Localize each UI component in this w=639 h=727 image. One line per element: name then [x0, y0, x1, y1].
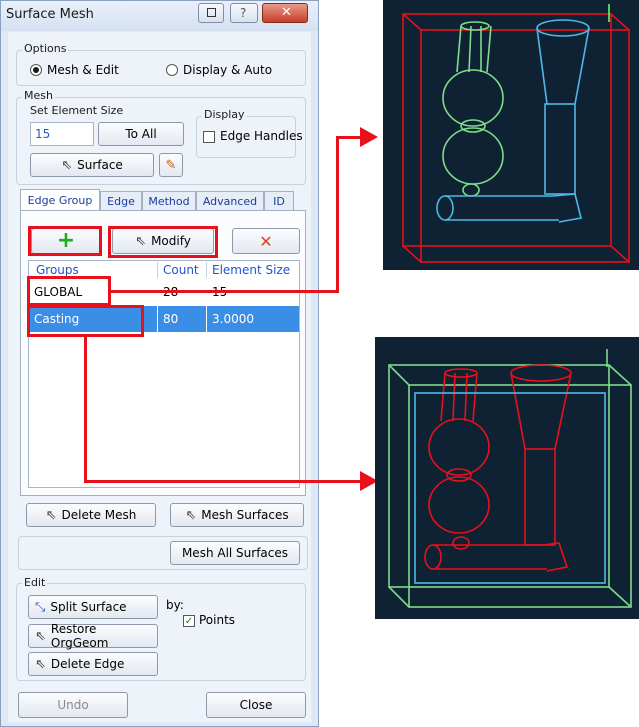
- model-wireframe-casting: [388, 349, 632, 608]
- element-size-cell: 3.0000: [212, 312, 254, 326]
- mesh-surfaces-button[interactable]: ⇖ Mesh Surfaces: [170, 503, 304, 527]
- viewport-casting: [375, 337, 639, 619]
- edge-handles-label: Edge Handles: [220, 129, 303, 143]
- delete-mesh-label: Delete Mesh: [61, 508, 137, 522]
- undo-button[interactable]: Undo: [18, 692, 128, 718]
- tab-edge-group-label: Edge Group: [27, 194, 93, 207]
- column-divider: [157, 262, 158, 278]
- close-button[interactable]: Close: [206, 692, 306, 718]
- surface-edit-button[interactable]: ✎: [159, 153, 183, 177]
- mesh-label: Mesh: [22, 89, 55, 102]
- tab-id-label: ID: [273, 195, 285, 208]
- delete-x-icon: ✕: [259, 231, 273, 251]
- split-icon: ⤡: [35, 599, 46, 615]
- undo-label: Undo: [57, 698, 89, 712]
- cursor-icon: ⇖: [185, 507, 197, 523]
- delete-group-button[interactable]: ✕: [232, 228, 300, 254]
- delete-edge-button[interactable]: ⇖ Delete Edge: [28, 652, 158, 676]
- column-divider: [206, 306, 207, 332]
- cursor-icon: ⇖: [45, 507, 57, 523]
- restore-icon: [207, 8, 216, 17]
- display-auto-label: Display & Auto: [183, 63, 273, 77]
- mesh-edit-label: Mesh & Edit: [47, 63, 119, 77]
- restore-orggeom-button[interactable]: ⇖ Restore OrgGeom: [28, 622, 158, 650]
- points-checkbox[interactable]: ✓: [183, 615, 195, 627]
- groups-column-header[interactable]: Groups: [36, 263, 79, 277]
- split-surface-button[interactable]: ⤡ Split Surface: [28, 595, 158, 619]
- viewport-global: [383, 0, 639, 270]
- help-button[interactable]: ?: [230, 3, 258, 23]
- points-label: Points: [199, 613, 236, 627]
- mesh-all-surfaces-label: Mesh All Surfaces: [181, 546, 289, 560]
- connector-line: [84, 337, 87, 483]
- surface-button[interactable]: ⇖ Surface: [30, 153, 154, 177]
- connector-line: [336, 137, 339, 293]
- tab-edge-label: Edge: [107, 195, 135, 208]
- by-label: by:: [166, 598, 184, 612]
- count-column-header[interactable]: Count: [163, 263, 199, 277]
- modify-button-highlight: [108, 226, 218, 258]
- cursor-icon: ⇖: [35, 656, 46, 672]
- add-button-highlight: [28, 226, 102, 256]
- to-all-button[interactable]: To All: [98, 122, 184, 146]
- delete-edge-label: Delete Edge: [50, 657, 125, 671]
- mesh-all-surfaces-button[interactable]: Mesh All Surfaces: [170, 541, 300, 565]
- tab-advanced-label: Advanced: [202, 195, 258, 208]
- mesh-surfaces-label: Mesh Surfaces: [201, 508, 289, 522]
- cursor-icon: ⇖: [61, 157, 73, 173]
- edit-label: Edit: [22, 576, 48, 589]
- model-wireframe-global: [402, 4, 630, 263]
- casting-row-highlight: [27, 305, 144, 337]
- tab-edge[interactable]: Edge: [100, 191, 142, 211]
- mesh-edit-radio[interactable]: [30, 64, 42, 76]
- tab-edge-group[interactable]: Edge Group: [20, 189, 100, 211]
- restore-orggeom-label: Restore OrgGeom: [50, 622, 109, 650]
- tab-advanced[interactable]: Advanced: [196, 191, 264, 211]
- column-divider: [157, 306, 158, 332]
- edge-handles-checkbox[interactable]: [203, 131, 215, 143]
- close-label: Close: [239, 698, 273, 712]
- restore-button[interactable]: [198, 3, 224, 23]
- tab-method[interactable]: Method: [142, 191, 196, 211]
- surface-label: Surface: [77, 158, 123, 172]
- to-all-label: To All: [125, 127, 157, 141]
- arrow-head-icon: [360, 127, 378, 147]
- close-window-button[interactable]: ✕: [262, 3, 308, 23]
- column-divider: [206, 262, 207, 278]
- display-auto-radio[interactable]: [166, 64, 178, 76]
- connector-line: [110, 290, 338, 293]
- close-icon: ✕: [281, 5, 292, 20]
- global-row-highlight: [27, 276, 111, 306]
- options-label: Options: [22, 42, 69, 55]
- cursor-icon: ⇖: [35, 628, 46, 644]
- set-element-size-label: Set Element Size: [28, 104, 126, 117]
- display-label: Display: [202, 108, 247, 121]
- window-title: Surface Mesh: [6, 7, 94, 22]
- edit-notepad-icon: ✎: [165, 157, 177, 173]
- element-size-column-header[interactable]: Element Size: [212, 263, 290, 277]
- connector-line: [84, 480, 366, 483]
- tab-method-label: Method: [148, 195, 190, 208]
- element-size-input[interactable]: 15: [30, 122, 94, 146]
- split-surface-label: Split Surface: [50, 600, 127, 614]
- help-icon: ?: [240, 6, 247, 20]
- delete-mesh-button[interactable]: ⇖ Delete Mesh: [26, 503, 156, 527]
- tab-id[interactable]: ID: [264, 191, 294, 211]
- count-cell: 80: [163, 312, 179, 326]
